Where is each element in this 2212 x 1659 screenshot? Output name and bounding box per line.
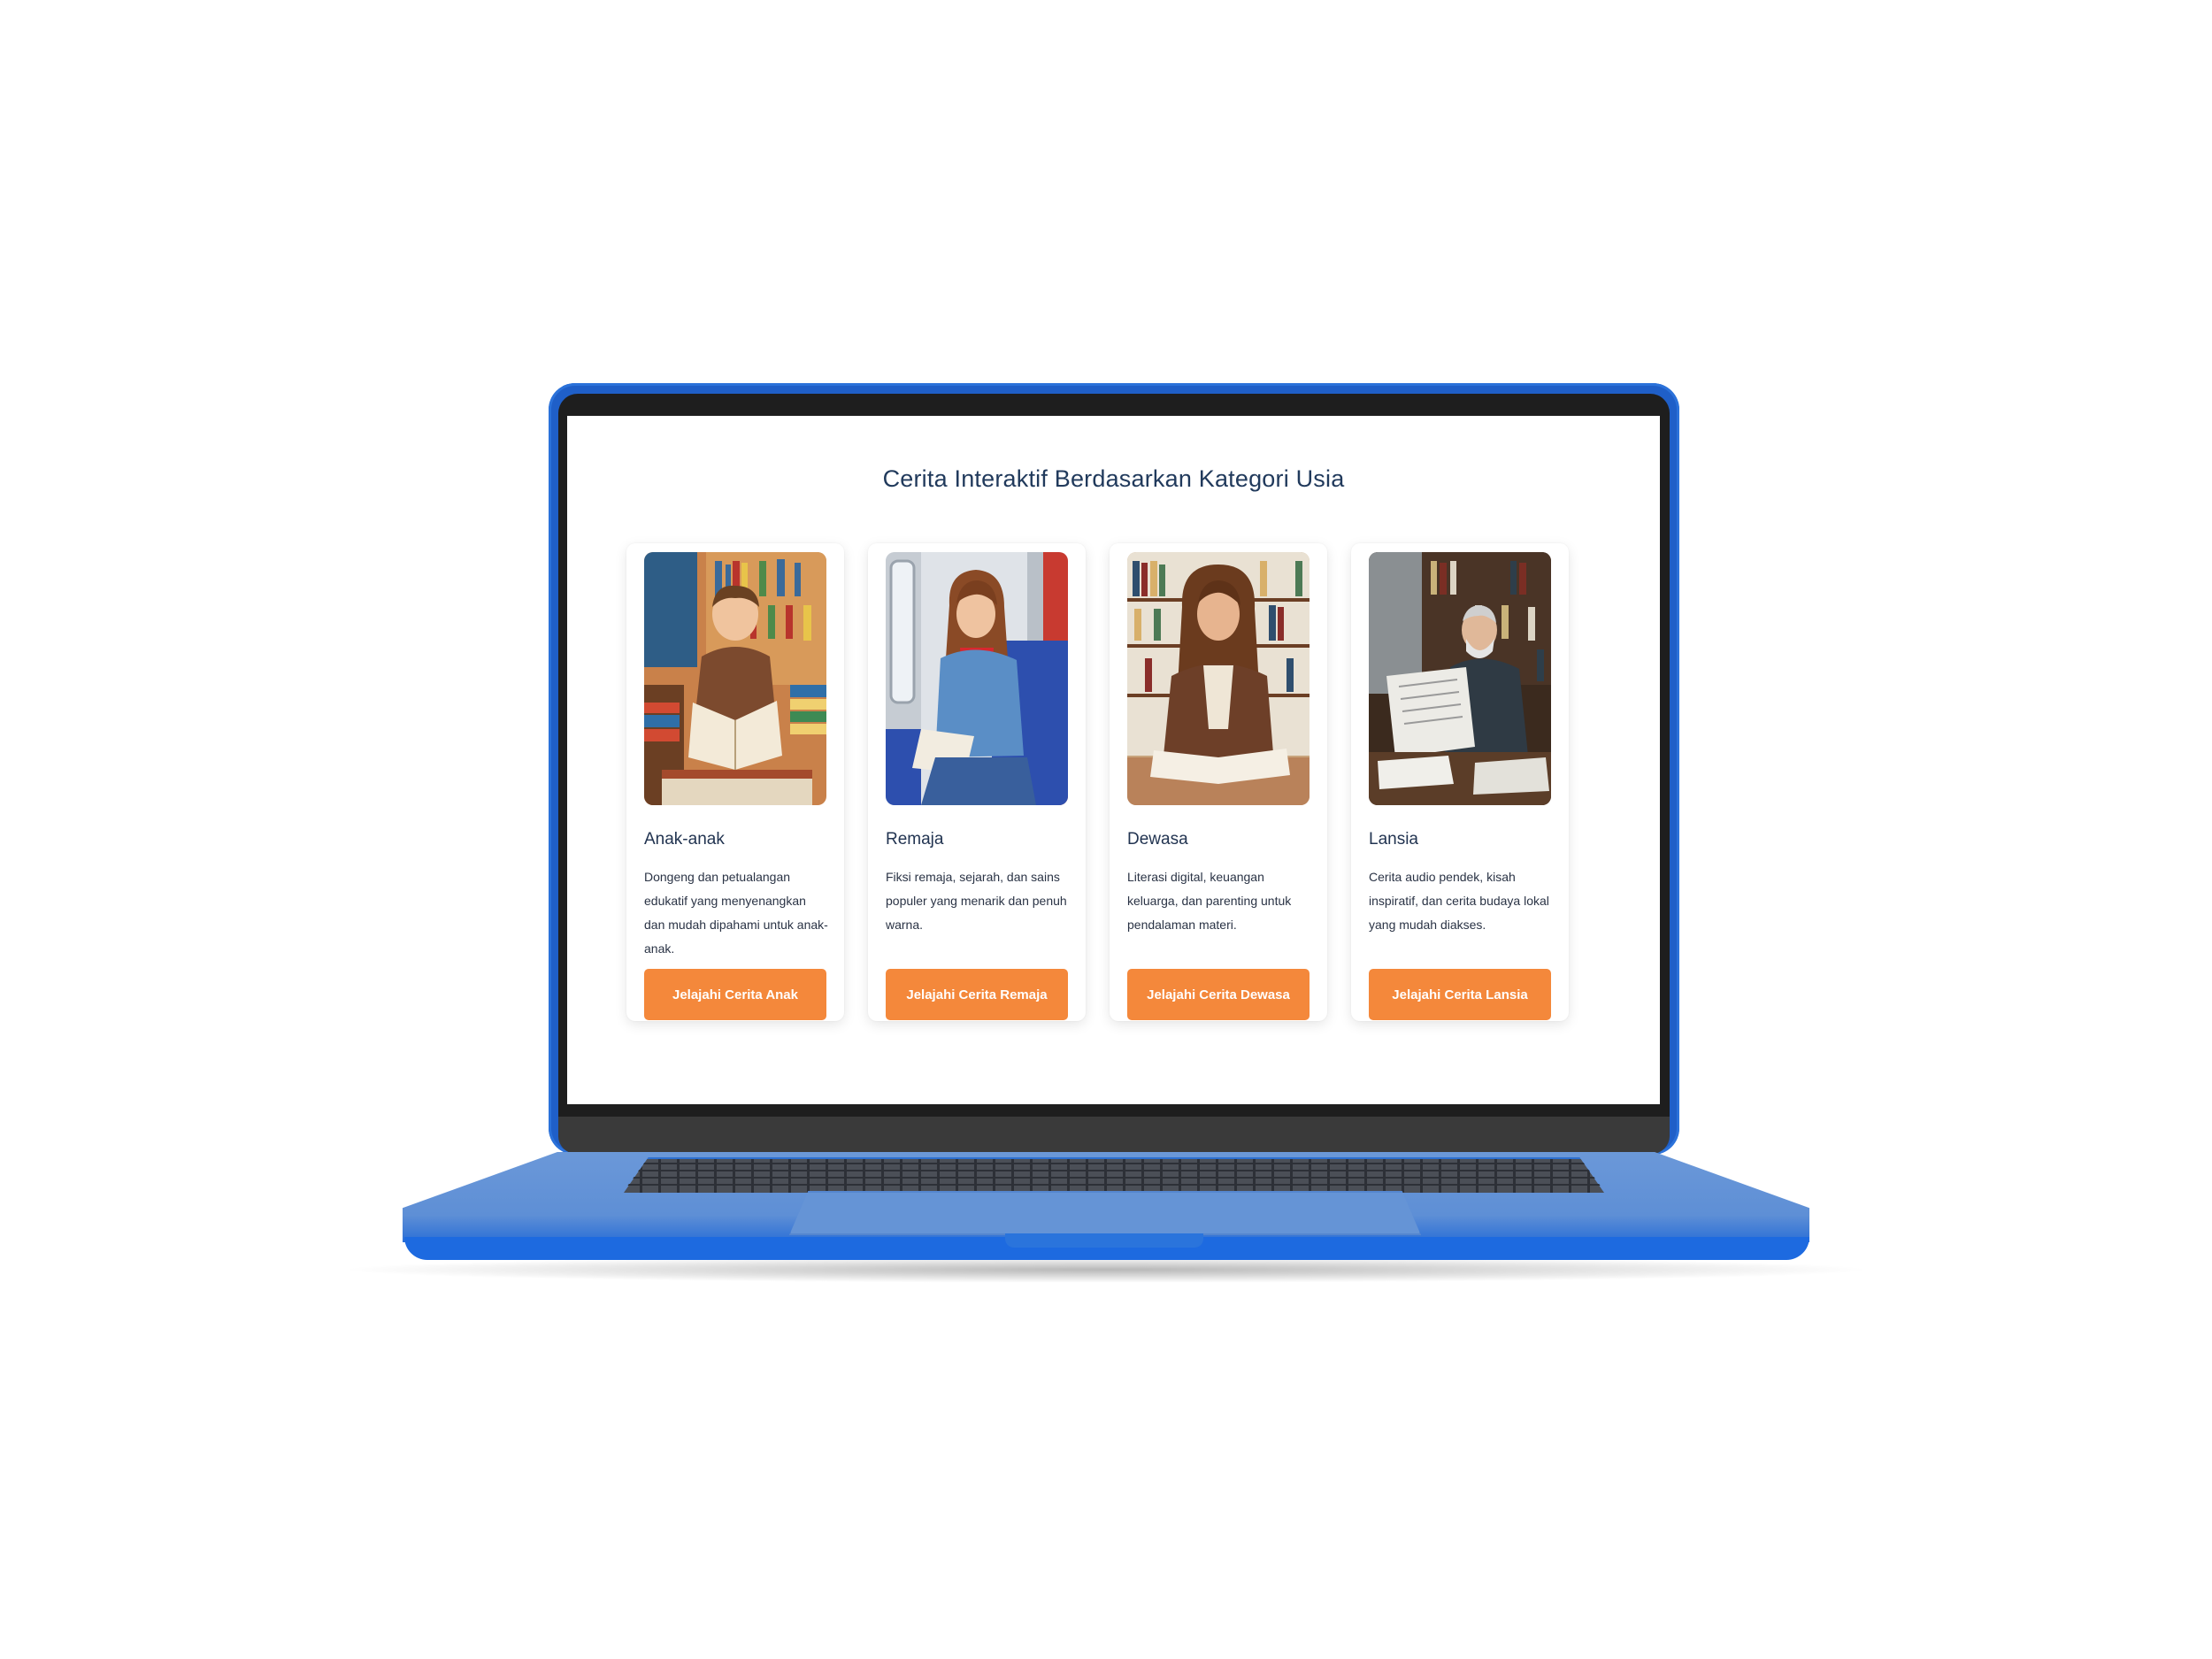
laptop-shadow: [336, 1256, 1876, 1283]
explore-remaja-button[interactable]: Jelajahi Cerita Remaja: [886, 969, 1068, 1020]
card-anak-anak: Anak-anak Dongeng dan petualangan edukat…: [626, 543, 844, 1021]
child-reading-image: [644, 552, 826, 805]
adult-reading-image: [1127, 552, 1310, 805]
category-description: Dongeng dan petualangan edukatif yang me…: [644, 870, 828, 956]
keyboard-rows: [624, 1157, 1604, 1191]
bezel-chin: [558, 1117, 1670, 1154]
explore-anak-button[interactable]: Jelajahi Cerita Anak: [644, 969, 826, 1020]
category-cards: Anak-anak Dongeng dan petualangan edukat…: [626, 543, 1569, 1021]
category-description: Literasi digital, keuangan keluarga, dan…: [1127, 870, 1292, 932]
laptop-mockup: Cerita Interaktif Berdasarkan Kategori U…: [0, 0, 2212, 1659]
category-name: Dewasa: [1127, 830, 1188, 849]
trackpad: [789, 1191, 1421, 1235]
lid-notch: [1005, 1233, 1203, 1248]
category-description: Cerita audio pendek, kisah inspiratif, d…: [1369, 870, 1549, 932]
category-name: Anak-anak: [644, 830, 725, 849]
category-name: Lansia: [1369, 830, 1418, 849]
teen-reading-image: [886, 552, 1068, 805]
explore-lansia-button[interactable]: Jelajahi Cerita Lansia: [1369, 969, 1551, 1020]
elderly-reading-image: [1369, 552, 1551, 805]
laptop-screen: Cerita Interaktif Berdasarkan Kategori U…: [567, 416, 1660, 1104]
card-lansia: Lansia Cerita audio pendek, kisah inspir…: [1351, 543, 1569, 1021]
explore-dewasa-button[interactable]: Jelajahi Cerita Dewasa: [1127, 969, 1310, 1020]
card-dewasa: Dewasa Literasi digital, keuangan keluar…: [1110, 543, 1327, 1021]
page-title: Cerita Interaktif Berdasarkan Kategori U…: [882, 465, 1345, 492]
card-remaja: Remaja Fiksi remaja, sejarah, dan sains …: [868, 543, 1086, 1021]
category-description: Fiksi remaja, sejarah, dan sains populer…: [886, 870, 1067, 932]
category-name: Remaja: [886, 830, 944, 849]
